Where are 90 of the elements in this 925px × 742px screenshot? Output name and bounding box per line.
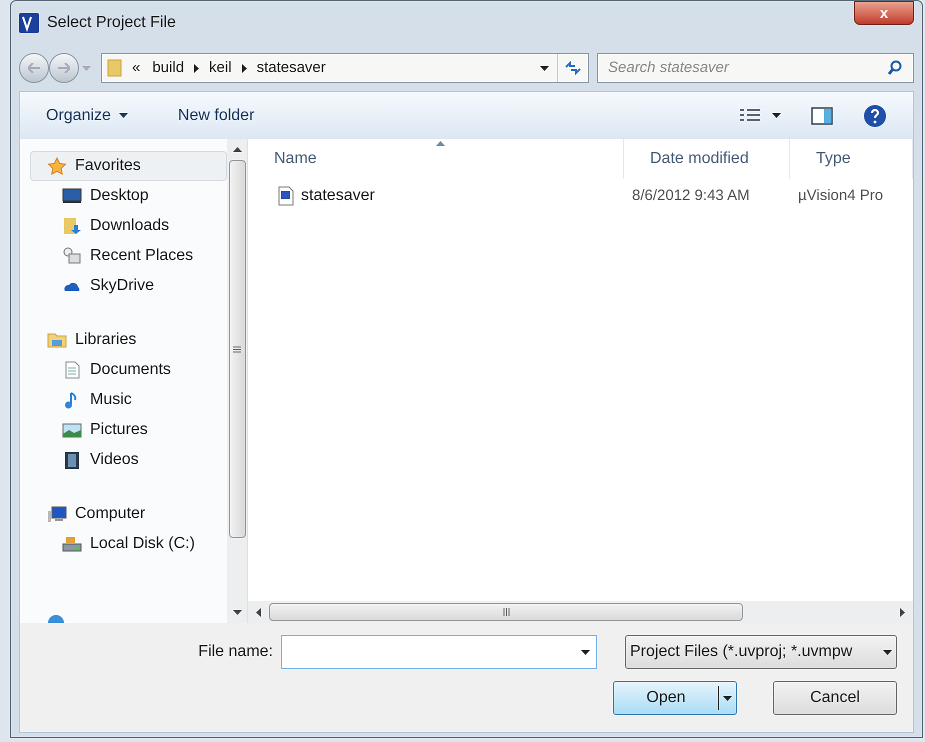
dropdown-caret-icon: [540, 66, 549, 70]
project-file-icon: [278, 186, 294, 206]
forward-button[interactable]: [49, 53, 79, 83]
nav-item-label: Videos: [90, 450, 139, 470]
back-button[interactable]: [19, 53, 49, 83]
star-icon: [47, 157, 67, 175]
dropdown-caret-icon: [581, 650, 590, 654]
nav-item-label: Pictures: [90, 420, 148, 440]
open-split-button[interactable]: Open: [613, 681, 737, 715]
nav-item[interactable]: Music: [30, 385, 227, 415]
nav-group[interactable]: Libraries: [30, 325, 227, 355]
file-type-dropdown[interactable]: Project Files (*.uvproj; *.uvmpw: [625, 635, 897, 669]
monitor-icon: [62, 187, 82, 205]
chevron-right-icon: [194, 64, 200, 72]
breadcrumb-segment[interactable]: statesaver: [256, 56, 326, 80]
toolbar-button[interactable]: Organize: [46, 104, 128, 128]
preview-pane-icon: [811, 106, 833, 124]
nav-item-label: Downloads: [90, 216, 170, 236]
horizontal-scrollbar[interactable]: [248, 601, 913, 623]
view-options-button[interactable]: [740, 108, 781, 124]
hard-drive-icon: [62, 535, 82, 553]
breadcrumb-segment[interactable]: keil: [209, 56, 232, 80]
column-header[interactable]: Name: [248, 139, 624, 179]
file-name-label: File name:: [198, 642, 273, 662]
chevron-right-icon: [242, 64, 247, 72]
file-name-field[interactable]: [281, 635, 597, 669]
column-header[interactable]: Date modified: [624, 139, 790, 179]
nav-item[interactable]: Pictures: [30, 415, 227, 445]
nav-group-label: Favorites: [75, 156, 141, 176]
nav-item-label: SkyDrive: [90, 276, 154, 296]
address-field[interactable]: « build keil statesaver: [101, 53, 589, 83]
nav-item[interactable]: Downloads: [30, 211, 227, 241]
nav-item-label: Music: [90, 390, 132, 410]
nav-item-label: Desktop: [90, 186, 149, 206]
app-icon: [19, 13, 39, 33]
dialog-button[interactable]: Cancel: [773, 681, 897, 715]
nav-item[interactable]: Desktop: [30, 181, 227, 211]
nav-item[interactable]: SkyDrive: [30, 271, 227, 301]
nav-group[interactable]: Computer: [30, 499, 227, 529]
caret-icon: [82, 66, 90, 70]
right-arrow-icon: [58, 63, 70, 73]
nav-item-label: Local Disk (C:): [90, 534, 195, 554]
breadcrumb-overflow[interactable]: «: [132, 56, 140, 80]
sort-ascending-icon: [436, 141, 444, 146]
help-icon: [863, 104, 887, 128]
search-icon: [887, 60, 903, 76]
preview-pane-button[interactable]: [811, 106, 833, 124]
picture-icon: [62, 421, 82, 439]
dropdown-caret-icon: [723, 696, 732, 700]
scrollbar-thumb[interactable]: [228, 160, 246, 538]
file-row[interactable]: statesaver 8/6/2012 9:43 AM µVision4 Pro: [248, 181, 913, 211]
nav-item[interactable]: Local Disk (C:): [30, 529, 227, 559]
column-header[interactable]: Type: [790, 139, 913, 179]
nav-item-label: Recent Places: [90, 246, 194, 266]
file-name: statesaver: [301, 186, 375, 206]
nav-group-label: Computer: [75, 504, 146, 524]
library-folder-icon: [47, 331, 67, 349]
scroll-up-icon: [232, 147, 242, 152]
folder-icon: [106, 59, 124, 77]
dropdown-caret-icon: [883, 650, 892, 654]
nav-group-label: Libraries: [75, 330, 136, 350]
nav-item[interactable]: Documents: [30, 355, 227, 385]
file-type: µVision4 Pro: [797, 186, 884, 206]
details-view-icon: [740, 108, 760, 124]
search-input[interactable]: Search statesaver: [608, 56, 887, 80]
refresh-icon: [564, 61, 582, 75]
nav-item[interactable]: Videos: [30, 445, 227, 475]
grip-icon: [233, 346, 241, 352]
nav-item-label: Documents: [90, 360, 171, 380]
scroll-down-icon: [232, 610, 242, 615]
folder-download-icon: [62, 217, 82, 235]
film-icon: [62, 451, 82, 469]
help-button[interactable]: [863, 104, 887, 128]
toolbar-button[interactable]: New folder: [178, 104, 254, 128]
search-field[interactable]: Search statesaver: [597, 53, 914, 83]
vertical-scrollbar[interactable]: [227, 139, 247, 623]
scrollbar-thumb[interactable]: [269, 603, 743, 621]
scroll-left-icon: [256, 608, 261, 616]
nav-item[interactable]: Recent Places: [30, 241, 227, 271]
computer-icon: [47, 505, 67, 523]
left-arrow-icon: [28, 63, 40, 73]
close-button[interactable]: x: [854, 1, 914, 25]
dropdown-caret-icon: [118, 113, 128, 118]
nav-group[interactable]: Favorites: [30, 151, 227, 181]
file-date: 8/6/2012 9:43 AM: [631, 186, 751, 206]
scroll-right-icon: [900, 608, 905, 616]
window-title: Select Project File: [47, 13, 176, 33]
breadcrumb-segment[interactable]: build: [152, 56, 184, 80]
grip-icon: [502, 608, 510, 616]
dropdown-caret-icon: [772, 113, 781, 118]
